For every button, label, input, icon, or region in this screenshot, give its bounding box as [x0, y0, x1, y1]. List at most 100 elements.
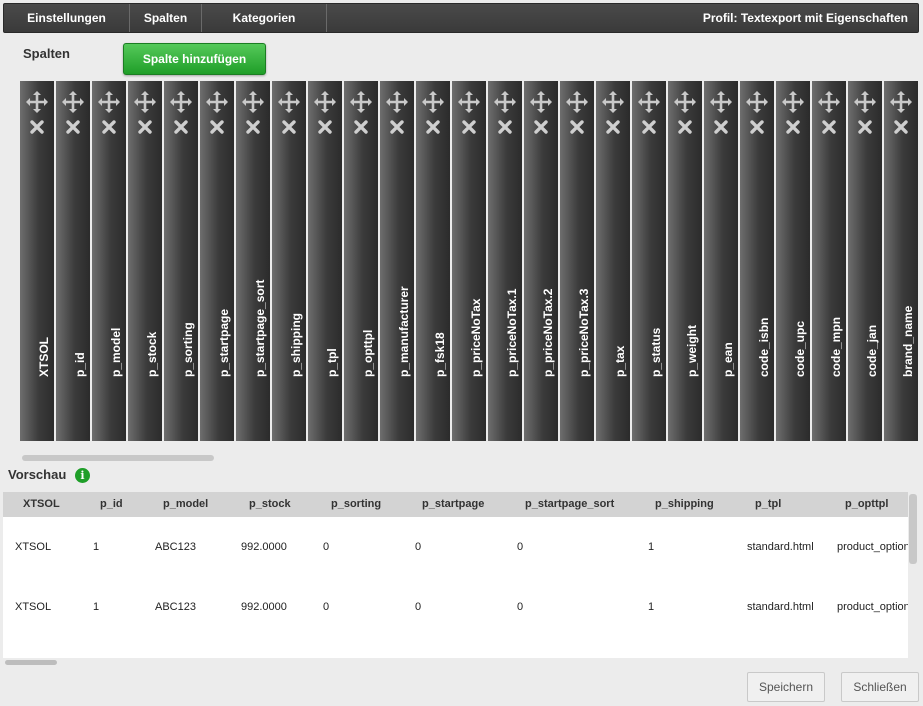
column-item[interactable]: p_tax	[596, 81, 630, 441]
column-label: p_model	[109, 327, 123, 377]
delete-x-icon[interactable]	[101, 119, 117, 135]
move-arrows-icon[interactable]	[853, 90, 877, 114]
tab-spalten[interactable]: Spalten	[130, 4, 202, 32]
delete-x-icon[interactable]	[65, 119, 81, 135]
delete-x-icon[interactable]	[425, 119, 441, 135]
delete-x-icon[interactable]	[785, 119, 801, 135]
column-item[interactable]: p_id	[56, 81, 90, 441]
header-p-shipping[interactable]: p_shipping	[655, 492, 714, 517]
header-p-sorting[interactable]: p_sorting	[331, 492, 381, 517]
column-item[interactable]: p_opttpl	[344, 81, 378, 441]
delete-x-icon[interactable]	[209, 119, 225, 135]
column-label: p_fsk18	[433, 332, 447, 377]
delete-x-icon[interactable]	[605, 119, 621, 135]
move-arrows-icon[interactable]	[745, 90, 769, 114]
delete-x-icon[interactable]	[749, 119, 765, 135]
move-arrows-icon[interactable]	[673, 90, 697, 114]
delete-x-icon[interactable]	[281, 119, 297, 135]
move-arrows-icon[interactable]	[529, 90, 553, 114]
tab-einstellungen[interactable]: Einstellungen	[4, 4, 130, 32]
delete-x-icon[interactable]	[497, 119, 513, 135]
column-item[interactable]: p_fsk18	[416, 81, 450, 441]
column-item[interactable]: code_mpn	[812, 81, 846, 441]
header-xtsol[interactable]: XTSOL	[23, 492, 60, 517]
column-item[interactable]: XTSOL	[20, 81, 54, 441]
delete-x-icon[interactable]	[713, 119, 729, 135]
move-arrows-icon[interactable]	[781, 90, 805, 114]
delete-x-icon[interactable]	[857, 119, 873, 135]
delete-x-icon[interactable]	[677, 119, 693, 135]
move-arrows-icon[interactable]	[97, 90, 121, 114]
move-arrows-icon[interactable]	[817, 90, 841, 114]
column-item[interactable]: p_tpl	[308, 81, 342, 441]
column-label: p_opttpl	[361, 329, 375, 377]
move-arrows-icon[interactable]	[709, 90, 733, 114]
header-p-model[interactable]: p_model	[163, 492, 208, 517]
column-item[interactable]: p_sorting	[164, 81, 198, 441]
move-arrows-icon[interactable]	[385, 90, 409, 114]
preview-table: XTSOL p_id p_model p_stock p_sorting p_s…	[3, 492, 908, 658]
delete-x-icon[interactable]	[389, 119, 405, 135]
column-item[interactable]: p_stock	[128, 81, 162, 441]
column-item[interactable]: p_startpage	[200, 81, 234, 441]
delete-x-icon[interactable]	[137, 119, 153, 135]
column-item[interactable]: code_isbn	[740, 81, 774, 441]
move-arrows-icon[interactable]	[241, 90, 265, 114]
move-arrows-icon[interactable]	[601, 90, 625, 114]
column-item[interactable]: brand_name	[884, 81, 918, 441]
delete-x-icon[interactable]	[173, 119, 189, 135]
delete-x-icon[interactable]	[569, 119, 585, 135]
move-arrows-icon[interactable]	[421, 90, 445, 114]
move-arrows-icon[interactable]	[493, 90, 517, 114]
header-p-tpl[interactable]: p_tpl	[755, 492, 781, 517]
move-arrows-icon[interactable]	[313, 90, 337, 114]
move-arrows-icon[interactable]	[61, 90, 85, 114]
header-p-stock[interactable]: p_stock	[249, 492, 291, 517]
column-item[interactable]: p_priceNoTax	[452, 81, 486, 441]
column-item[interactable]: p_ean	[704, 81, 738, 441]
move-arrows-icon[interactable]	[349, 90, 373, 114]
move-arrows-icon[interactable]	[133, 90, 157, 114]
table-cell: standard.html	[747, 601, 814, 613]
move-arrows-icon[interactable]	[637, 90, 661, 114]
header-p-opttpl[interactable]: p_opttpl	[845, 492, 888, 517]
column-item[interactable]: p_priceNoTax.2	[524, 81, 558, 441]
move-arrows-icon[interactable]	[889, 90, 913, 114]
move-arrows-icon[interactable]	[565, 90, 589, 114]
add-column-button[interactable]: Spalte hinzufügen	[123, 43, 266, 75]
preview-vertical-scrollbar[interactable]	[909, 494, 917, 564]
delete-x-icon[interactable]	[533, 119, 549, 135]
info-icon[interactable]: i	[75, 468, 90, 483]
header-p-startpage-sort[interactable]: p_startpage_sort	[525, 492, 614, 517]
header-p-startpage[interactable]: p_startpage	[422, 492, 484, 517]
delete-x-icon[interactable]	[641, 119, 657, 135]
column-item[interactable]: p_model	[92, 81, 126, 441]
delete-x-icon[interactable]	[353, 119, 369, 135]
column-item[interactable]: code_jan	[848, 81, 882, 441]
column-item[interactable]: code_upc	[776, 81, 810, 441]
columns-horizontal-scrollbar[interactable]	[22, 455, 214, 461]
delete-x-icon[interactable]	[893, 119, 909, 135]
delete-x-icon[interactable]	[29, 119, 45, 135]
column-item[interactable]: p_weight	[668, 81, 702, 441]
column-item[interactable]: p_startpage_sort	[236, 81, 270, 441]
move-arrows-icon[interactable]	[457, 90, 481, 114]
delete-x-icon[interactable]	[461, 119, 477, 135]
save-button[interactable]: Speichern	[747, 672, 825, 702]
column-item[interactable]: p_status	[632, 81, 666, 441]
move-arrows-icon[interactable]	[205, 90, 229, 114]
column-item[interactable]: p_priceNoTax.1	[488, 81, 522, 441]
column-item[interactable]: p_priceNoTax.3	[560, 81, 594, 441]
delete-x-icon[interactable]	[821, 119, 837, 135]
move-arrows-icon[interactable]	[277, 90, 301, 114]
move-arrows-icon[interactable]	[25, 90, 49, 114]
column-item[interactable]: p_shipping	[272, 81, 306, 441]
delete-x-icon[interactable]	[245, 119, 261, 135]
move-arrows-icon[interactable]	[169, 90, 193, 114]
preview-horizontal-scrollbar[interactable]	[5, 660, 57, 665]
tab-kategorien[interactable]: Kategorien	[202, 4, 327, 32]
header-p-id[interactable]: p_id	[100, 492, 123, 517]
close-button[interactable]: Schließen	[841, 672, 919, 702]
column-item[interactable]: p_manufacturer	[380, 81, 414, 441]
delete-x-icon[interactable]	[317, 119, 333, 135]
